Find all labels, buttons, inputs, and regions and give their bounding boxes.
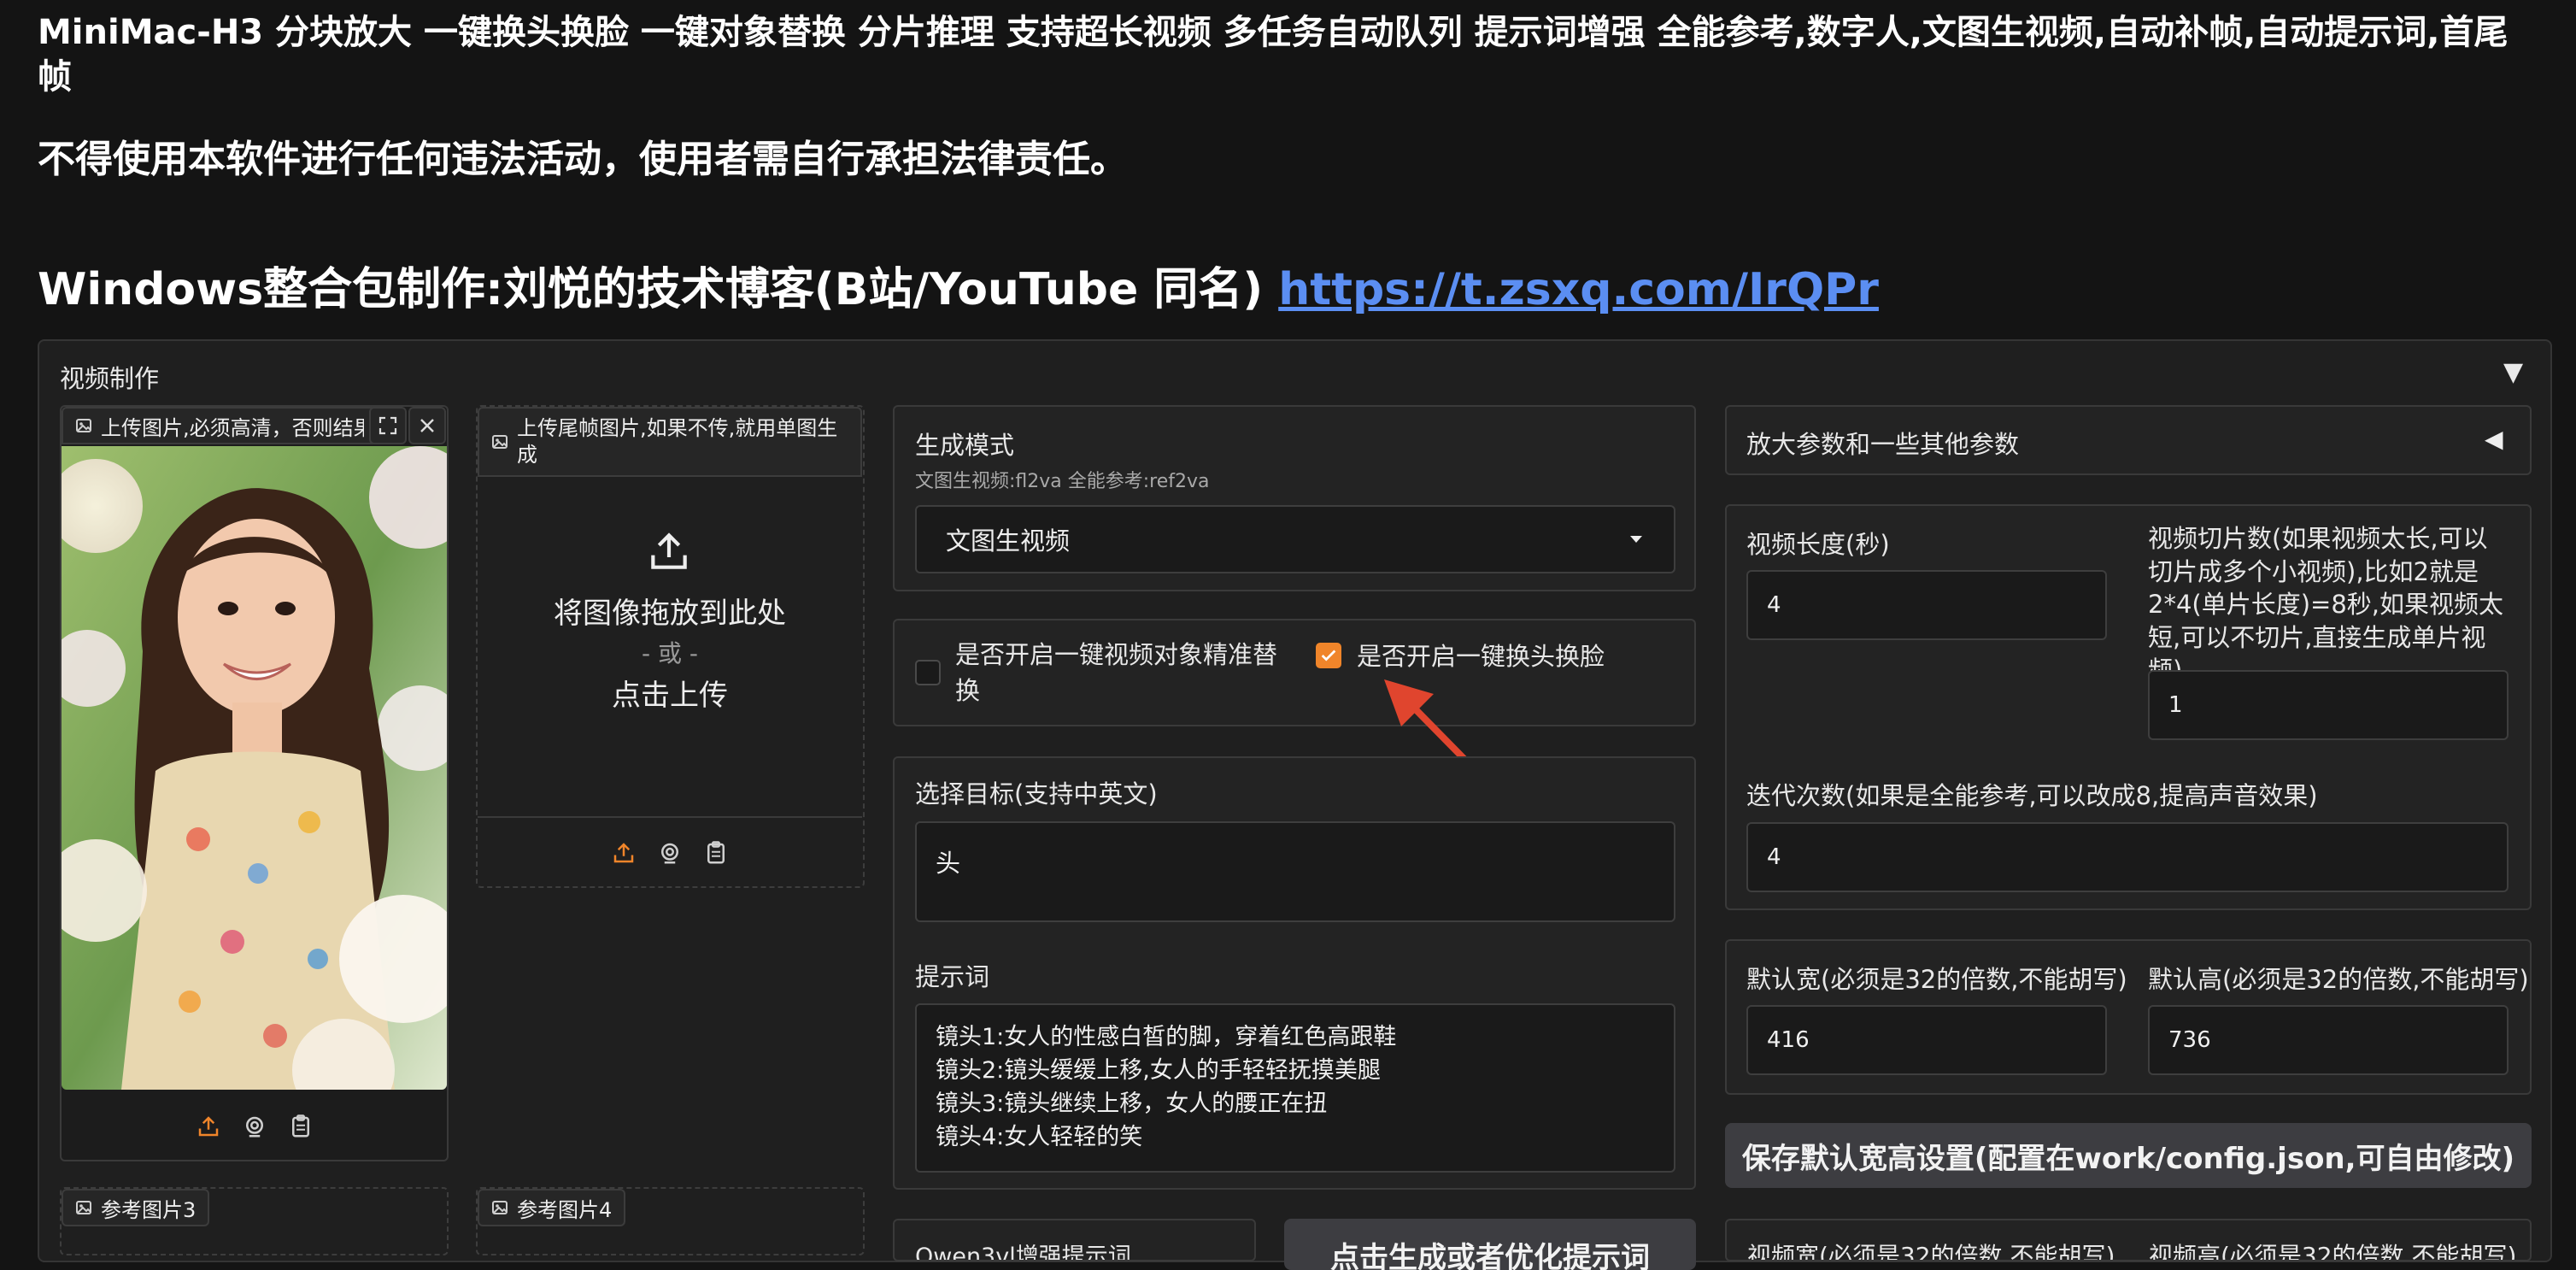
face-swap-label: 是否开启一键换头换脸: [1357, 642, 1605, 671]
generate-prompt-button-label: 点击生成或者优化提示词: [1330, 1241, 1650, 1270]
image-icon: [491, 1199, 508, 1216]
mode-select[interactable]: 文图生视频: [915, 505, 1675, 573]
prompt-label: 提示词: [915, 962, 990, 991]
save-size-button-label: 保存默认宽高设置(配置在work/config.json,可自由修改): [1741, 1141, 2515, 1176]
length-label: 视频长度(秒): [1746, 530, 1890, 559]
params-title: 放大参数和一些其他参数: [1746, 430, 2020, 459]
credit-line: Windows整合包制作:刘悦的技术博客(B站/YouTube 同名) http…: [38, 253, 1879, 317]
close-icon[interactable]: [408, 407, 446, 444]
params-toggle-icon[interactable]: ◀: [2485, 425, 2503, 453]
image-icon: [75, 1199, 92, 1216]
upload-icon[interactable]: [196, 1114, 221, 1139]
click-upload-text[interactable]: 点击上传: [478, 672, 862, 714]
height-label: 默认高(必须是32的倍数,不能胡写): [2148, 965, 2529, 994]
video-size-panel: 视频宽(必须是32的倍数,不能胡写) 视频高(必须是32的倍数,不能胡写): [1725, 1219, 2532, 1261]
legal-warning: 不得使用本软件进行任何违法活动，使用者需自行承担法律责任。: [38, 138, 1128, 181]
mode-title: 生成模式: [915, 431, 1015, 460]
length-input[interactable]: 4: [1746, 570, 2107, 640]
width-input[interactable]: 416: [1746, 1005, 2107, 1075]
image-icon: [75, 417, 92, 434]
iterations-value: 4: [1767, 844, 1781, 870]
target-value: 头: [936, 849, 961, 878]
upload-large-icon[interactable]: [645, 527, 693, 575]
reference-image-4-label: 参考图片4: [478, 1189, 626, 1226]
upload-tail-label: 上传尾帧图片,如果不传,就用单图生成: [478, 407, 862, 477]
length-value: 4: [1767, 592, 1781, 618]
uploaded-photo: [62, 446, 447, 1090]
credit-text: Windows整合包制作:刘悦的技术博客(B站/YouTube 同名): [38, 264, 1279, 315]
upload-tail-label-text: 上传尾帧图片,如果不传,就用单图生成: [517, 415, 838, 467]
clipboard-icon[interactable]: [288, 1114, 314, 1139]
credit-link[interactable]: https://t.zsxq.com/IrQPr: [1278, 264, 1879, 315]
mode-select-value: 文图生视频: [946, 526, 1071, 556]
or-text: - 或 -: [641, 639, 698, 667]
section-toggle-icon[interactable]: ▼: [2503, 357, 2523, 387]
check-icon: [1319, 646, 1338, 665]
qwen-enhance-label: Qwen3vl增强提示词: [915, 1244, 1131, 1261]
upload-main-label: 上传图片,必须高清，否则结果: [62, 407, 378, 444]
app-title: MiniMac-H3 分块放大 一键换头换脸 一键对象替换 分片推理 支持超长视…: [38, 13, 2509, 97]
mode-hint: 文图生视频:fl2va 全能参考:ref2va: [915, 471, 1210, 492]
iterations-input[interactable]: 4: [1746, 822, 2509, 892]
upload-tail-toolbar: [478, 820, 862, 885]
prompt-line: 镜头1:女人的性感白皙的脚，穿着红色高跟鞋: [936, 1024, 1397, 1050]
save-size-button[interactable]: 保存默认宽高设置(配置在work/config.json,可自由修改): [1725, 1123, 2532, 1188]
drop-text: 将图像拖放到此处: [554, 597, 786, 631]
tail-divider: [478, 816, 862, 818]
fullscreen-icon[interactable]: [369, 407, 407, 444]
prompt-line: 镜头3:镜头继续上移，女人的腰正在扭: [936, 1091, 1328, 1118]
prompt-line: 镜头2:镜头缓缓上移,女人的手轻轻抚摸美腿: [936, 1057, 1381, 1085]
prompt-textarea[interactable]: 镜头1:女人的性感白皙的脚，穿着红色高跟鞋 镜头2:镜头缓缓上移,女人的手轻轻抚…: [915, 1003, 1675, 1173]
target-input[interactable]: 头: [915, 821, 1675, 922]
video-width-label: 视频宽(必须是32的倍数,不能胡写): [1747, 1242, 2115, 1261]
height-input[interactable]: 736: [2148, 1005, 2509, 1075]
section-title: 视频制作: [60, 364, 160, 393]
image-icon: [491, 433, 508, 450]
object-replace-label: 是否开启一键视频对象精准替换: [955, 640, 1278, 706]
generate-prompt-button[interactable]: 点击生成或者优化提示词: [1284, 1219, 1696, 1270]
webcam-icon[interactable]: [657, 840, 683, 866]
face-swap-checkbox[interactable]: [1316, 643, 1341, 668]
width-label: 默认宽(必须是32的倍数,不能胡写): [1746, 965, 2127, 994]
iterations-label: 迭代次数(如果是全能参考,可以改成8,提高声音效果): [1746, 781, 2318, 810]
webcam-icon[interactable]: [242, 1114, 267, 1139]
upload-main-toolbar: [62, 1094, 447, 1158]
upload-icon[interactable]: [611, 840, 637, 866]
upload-main-label-text: 上传图片,必须高清，否则结果: [101, 415, 364, 440]
prompt-line: 镜头4:女人轻轻的笑: [936, 1124, 1143, 1151]
chevron-down-icon: [1628, 533, 1645, 545]
slices-value: 1: [2168, 692, 2183, 718]
reference-image-3-text: 参考图片3: [101, 1197, 197, 1222]
reference-image-4-text: 参考图片4: [517, 1197, 613, 1222]
reference-image-3-label: 参考图片3: [62, 1189, 210, 1226]
height-value: 736: [2168, 1027, 2211, 1053]
qwen-enhance-panel: Qwen3vl增强提示词: [893, 1219, 1256, 1261]
clipboard-icon[interactable]: [703, 840, 729, 866]
target-label: 选择目标(支持中英文): [915, 779, 1158, 808]
slices-label: 视频切片数(如果视频太长,可以切片成多个小视频),比如2就是2*4(单片长度)=…: [2148, 524, 2503, 685]
object-replace-checkbox[interactable]: [915, 660, 941, 685]
slices-input[interactable]: 1: [2148, 670, 2509, 740]
width-value: 416: [1767, 1027, 1810, 1053]
video-height-label: 视频高(必须是32的倍数,不能胡写): [2149, 1242, 2517, 1261]
